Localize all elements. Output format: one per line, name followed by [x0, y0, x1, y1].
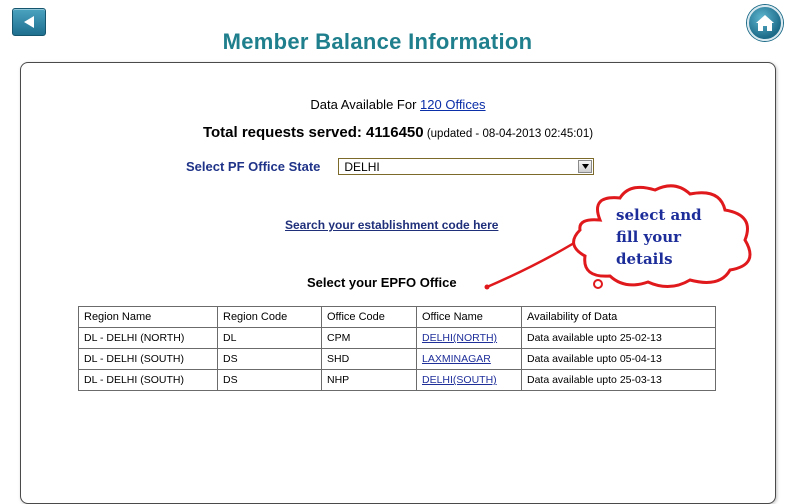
header-region-code: Region Code: [217, 306, 322, 328]
office-name-cell: DELHI(SOUTH): [416, 369, 522, 391]
office-name-cell: LAXMINAGAR: [416, 348, 522, 370]
header-availability: Availability of Data: [521, 306, 716, 328]
office-code: SHD: [321, 348, 417, 370]
updated-timestamp: (updated - 08-04-2013 02:45:01): [423, 128, 594, 140]
offices-link[interactable]: 120 Offices: [420, 97, 486, 112]
region-code: DS: [217, 348, 322, 370]
office-code: CPM: [321, 327, 417, 349]
annotation-line: fill your: [616, 228, 682, 246]
region-code: DS: [217, 369, 322, 391]
state-selector-row: Select PF Office State DELHI: [186, 158, 595, 175]
header-region-name: Region Name: [78, 306, 218, 328]
back-arrow-icon: [24, 16, 34, 28]
table-header-row: Region Name Region Code Office Code Offi…: [78, 306, 716, 328]
state-select[interactable]: DELHI: [338, 158, 595, 175]
dropdown-button[interactable]: [578, 160, 593, 173]
page-title: Member Balance Information: [222, 29, 533, 54]
availability: Data available upto 25-03-13: [521, 369, 716, 391]
office-name-link[interactable]: DELHI(SOUTH): [422, 374, 497, 386]
data-availability: Data Available For 120 Offices: [21, 97, 775, 112]
chevron-down-icon: [581, 164, 589, 169]
annotation-text: select and fill your details: [616, 204, 736, 270]
region-name: DL - DELHI (SOUTH): [78, 348, 218, 370]
region-name: DL - DELHI (SOUTH): [78, 369, 218, 391]
state-selected-value: DELHI: [344, 159, 380, 174]
table-row: DL - DELHI (SOUTH) DS SHD LAXMINAGAR Dat…: [78, 348, 716, 370]
header-office-code: Office Code: [321, 306, 417, 328]
total-requests: Total requests served: 4116450 (updated …: [21, 124, 775, 141]
availability: Data available upto 25-02-13: [521, 327, 716, 349]
annotation-line: details: [616, 250, 673, 268]
office-name-link[interactable]: LAXMINAGAR: [422, 353, 491, 365]
office-name-link[interactable]: DELHI(NORTH): [422, 332, 497, 344]
table-row: DL - DELHI (SOUTH) DS NHP DELHI(SOUTH) D…: [78, 369, 716, 391]
search-establishment-link[interactable]: Search your establishment code here: [285, 218, 498, 232]
annotation-line: select and: [616, 206, 702, 224]
offices-table: Region Name Region Code Office Code Offi…: [78, 306, 716, 391]
header-office-name: Office Name: [416, 306, 522, 328]
availability-prefix: Data Available For: [310, 97, 421, 112]
office-name-cell: DELHI(NORTH): [416, 327, 522, 349]
region-name: DL - DELHI (NORTH): [78, 327, 218, 349]
state-label: Select PF Office State: [186, 159, 321, 174]
availability: Data available upto 05-04-13: [521, 348, 716, 370]
total-requests-label: Total requests served: 4116450: [202, 124, 424, 141]
office-section-title: Select your EPFO Office: [307, 275, 457, 290]
home-icon: [756, 15, 774, 31]
office-code: NHP: [321, 369, 417, 391]
region-code: DL: [217, 327, 322, 349]
table-row: DL - DELHI (NORTH) DL CPM DELHI(NORTH) D…: [78, 327, 716, 349]
